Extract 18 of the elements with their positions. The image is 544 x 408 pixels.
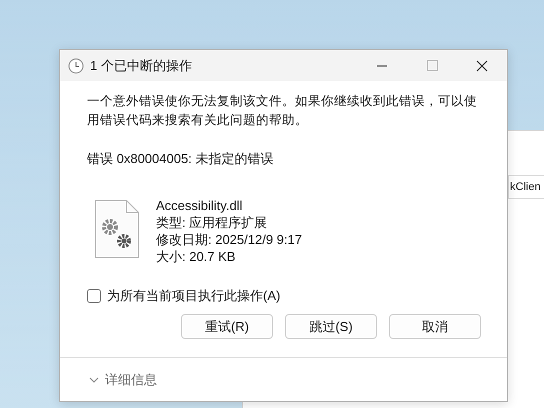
dialog-button[interactable]: 重试(R) (181, 314, 273, 339)
maximize-icon (426, 60, 438, 71)
window-title: 1 个已中断的操作 (90, 56, 193, 74)
chevron-icon (89, 376, 99, 382)
error-message: 一个意外错误使你无法复制该文件。如果你继续收到此错误，可以使用错误代码来搜索有关此问题的帮助。 (87, 93, 478, 129)
dialog-button[interactable]: 取消 (389, 314, 481, 339)
file-modified-date: 修改日期: 2025/12/9 9:17 (156, 231, 302, 248)
details-toggle[interactable]: 详细信息 (89, 370, 157, 388)
clock-icon (68, 58, 84, 74)
close-icon (476, 60, 488, 72)
file-settings-icon (95, 200, 139, 258)
file-size: 大小: 20.7 KB (156, 248, 236, 265)
checkbox-label[interactable]: 为所有当前项目执行此操作(A) (107, 287, 280, 305)
checkbox[interactable] (87, 289, 101, 303)
dialog-button[interactable]: 跳过(S) (285, 314, 377, 339)
error-code: 错误 0x80004005: 未指定的错误 (87, 150, 274, 168)
file-type: 类型: 应用程序扩展 (156, 214, 268, 231)
file-name: Accessibility.dll (156, 197, 244, 214)
